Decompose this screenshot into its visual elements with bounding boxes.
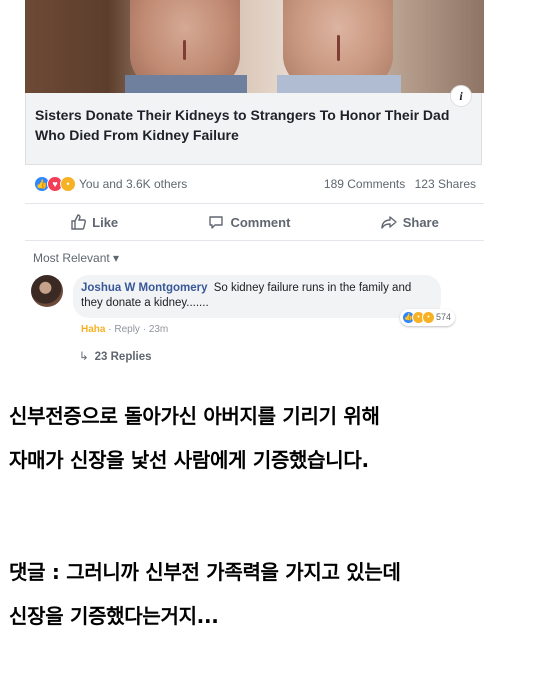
like-label: Like [92, 214, 119, 230]
reply-link[interactable]: Reply [114, 324, 140, 335]
post-photo[interactable] [25, 0, 484, 93]
comment-meta: Haha · Reply · 23m [73, 318, 441, 335]
wow-icon: • [421, 311, 435, 324]
comment-icon [209, 216, 224, 229]
separator: · [139, 324, 149, 335]
wow-icon: • [60, 176, 76, 192]
haha-reaction-link[interactable]: Haha [81, 324, 105, 335]
reply-arrow-icon: ↳ [79, 351, 89, 363]
comment-reaction-count: 574 [435, 312, 451, 322]
comment-button[interactable]: Comment [194, 210, 304, 234]
separator: · [105, 324, 115, 335]
link-headline[interactable]: Sisters Donate Their Kidneys to Stranger… [35, 105, 471, 145]
replies-count: 23 Replies [94, 351, 152, 363]
caption-line: 자매가 신장을 낯선 사람에게 기증했습니다. [9, 448, 369, 472]
caption-line: 댓글 : 그러니까 신부전 가족력을 가지고 있는데 [9, 560, 401, 584]
reactions-summary[interactable]: 👍 ♥ • You and 3.6K others [34, 176, 187, 192]
comment-body: Joshua W Montgomery So kidney failure ru… [73, 275, 455, 335]
comment-author[interactable]: Joshua W Montgomery [81, 282, 208, 294]
photo-scar [183, 40, 186, 60]
avatar[interactable] [31, 275, 63, 307]
caption-line: 신장을 기증했다는거지... [9, 604, 219, 628]
photo-scar [337, 35, 340, 61]
reaction-icons: 👍 ♥ • [34, 176, 76, 192]
comment-reactions[interactable]: 👍 • • 574 [399, 309, 455, 326]
comment-time[interactable]: 23m [149, 324, 168, 335]
comments-count[interactable]: 189 Comments [324, 177, 405, 191]
caption-comment: 댓글 : 그러니까 신부전 가족력을 가지고 있는데 신장을 기증했다는거지..… [9, 550, 401, 638]
comment-sort-dropdown[interactable]: Most Relevant ▾ [25, 241, 484, 271]
post-actions: Like Comment Share [25, 203, 484, 241]
caption-summary: 신부전증으로 돌아가신 아버지를 기리기 위해 자매가 신장을 낯선 사람에게 … [9, 394, 380, 482]
reactions-bar: 👍 ♥ • You and 3.6K others 189 Comments 1… [25, 165, 484, 203]
link-preview[interactable]: Sisters Donate Their Kidneys to Stranger… [25, 93, 482, 165]
photo-waistband [277, 75, 401, 93]
facebook-post: i Sisters Donate Their Kidneys to Strang… [25, 0, 484, 363]
comment-bubble: Joshua W Montgomery So kidney failure ru… [73, 275, 455, 326]
reactions-count[interactable]: You and 3.6K others [79, 177, 187, 191]
share-label: Share [402, 214, 439, 230]
comment: Joshua W Montgomery So kidney failure ru… [25, 271, 484, 335]
like-button[interactable]: Like [56, 210, 132, 234]
share-button[interactable]: Share [367, 210, 453, 234]
view-replies-link[interactable]: ↳ 23 Replies [25, 335, 484, 363]
share-icon [381, 216, 397, 229]
caption-line: 신부전증으로 돌아가신 아버지를 기리기 위해 [9, 404, 380, 428]
info-icon[interactable]: i [450, 85, 472, 107]
shares-count[interactable]: 123 Shares [415, 177, 476, 191]
reaction-icons: 👍 • • [401, 311, 435, 324]
thumbs-up-icon [71, 214, 87, 230]
photo-waistband [125, 75, 247, 93]
comment-label: Comment [230, 214, 291, 230]
engagement-counts: 189 Comments 123 Shares [324, 177, 476, 191]
